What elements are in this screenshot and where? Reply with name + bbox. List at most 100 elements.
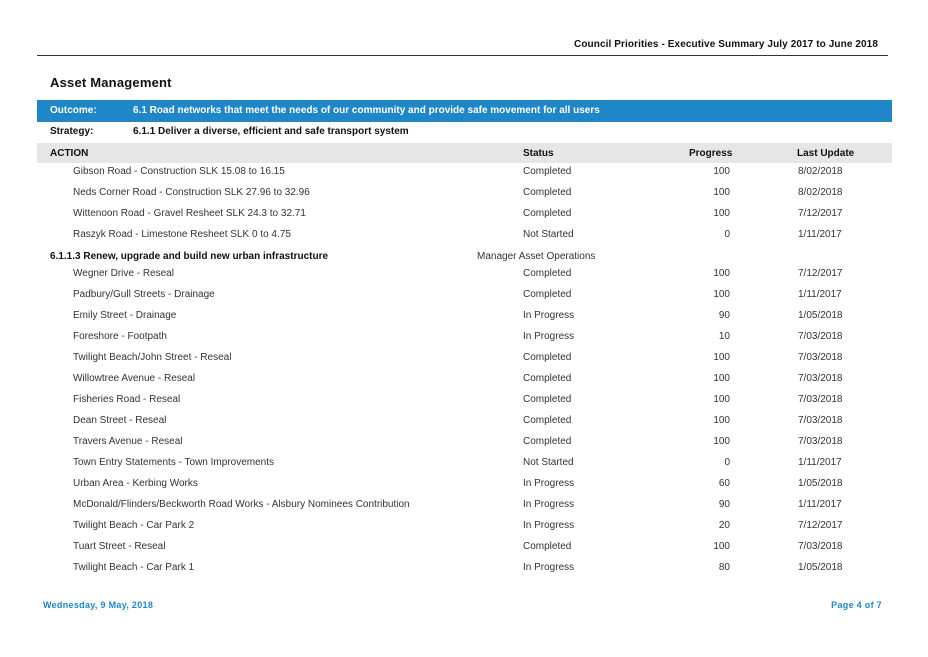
row-last-update: 7/03/2018 [798, 394, 843, 405]
table-row: Twilight Beach/John Street - Reseal Comp… [37, 349, 892, 370]
row-progress: 100 [713, 166, 730, 177]
row-progress: 20 [718, 520, 730, 531]
row-action: McDonald/Flinders/Beckworth Road Works -… [73, 499, 410, 510]
table-row: Twilight Beach - Car Park 1 In Progress … [37, 559, 892, 580]
row-last-update: 8/02/2018 [798, 166, 843, 177]
row-action: Wittenoon Road - Gravel Resheet SLK 24.3… [73, 208, 306, 219]
row-progress: 10 [718, 331, 730, 342]
section-title: Asset Management [50, 75, 172, 90]
table-row: Town Entry Statements - Town Improvement… [37, 454, 892, 475]
row-last-update: 1/11/2017 [798, 229, 842, 240]
row-progress: 100 [713, 436, 730, 447]
row-status: Not Started [523, 229, 574, 240]
row-progress: 100 [713, 352, 730, 363]
row-status: Completed [523, 268, 572, 279]
row-last-update: 7/03/2018 [798, 436, 843, 447]
outcome-bar: Outcome: 6.1 Road networks that meet the… [37, 100, 892, 122]
row-status: In Progress [523, 310, 575, 321]
table-row: Neds Corner Road - Construction SLK 27.9… [37, 184, 892, 205]
row-last-update: 7/12/2017 [798, 520, 843, 531]
row-status: Completed [523, 352, 572, 363]
row-last-update: 7/03/2018 [798, 373, 843, 384]
row-action: Tuart Street - Reseal [73, 541, 166, 552]
row-progress: 100 [713, 415, 730, 426]
row-status: Completed [523, 187, 572, 198]
row-last-update: 7/03/2018 [798, 352, 843, 363]
subgroup-heading: 6.1.1.3 Renew, upgrade and build new urb… [37, 250, 892, 264]
outcome-value: 6.1 Road networks that meet the needs of… [133, 105, 600, 116]
table-row: Wittenoon Road - Gravel Resheet SLK 24.3… [37, 205, 892, 226]
row-status: In Progress [523, 562, 575, 573]
row-progress: 90 [718, 499, 730, 510]
table-row: Fisheries Road - Reseal Completed 100 7/… [37, 391, 892, 412]
outcome-label: Outcome: [50, 105, 97, 116]
subgroup-code: 6.1.1.3 Renew, upgrade and build new urb… [50, 251, 329, 262]
row-action: Urban Area - Kerbing Works [73, 478, 198, 489]
page-header-title: Council Priorities - Executive Summary J… [574, 39, 878, 50]
row-status: In Progress [523, 478, 575, 489]
row-action: Travers Avenue - Reseal [73, 436, 183, 447]
row-last-update: 7/03/2018 [798, 331, 843, 342]
row-last-update: 7/03/2018 [798, 415, 843, 426]
row-status: Completed [523, 436, 572, 447]
strategy-row: Strategy: 6.1.1 Deliver a diverse, effic… [37, 122, 892, 142]
row-action: Dean Street - Reseal [73, 415, 167, 426]
row-action: Wegner Drive - Reseal [73, 268, 174, 279]
row-last-update: 7/12/2017 [798, 268, 843, 279]
row-status: Completed [523, 373, 572, 384]
row-last-update: 1/05/2018 [798, 478, 843, 489]
row-progress: 100 [713, 187, 730, 198]
table-row: Raszyk Road - Limestone Resheet SLK 0 to… [37, 226, 892, 247]
row-progress: 100 [713, 541, 730, 552]
row-action: Raszyk Road - Limestone Resheet SLK 0 to… [73, 229, 291, 240]
column-action: ACTION [50, 148, 89, 159]
row-progress: 0 [724, 457, 730, 468]
table-row: Foreshore - Footpath In Progress 10 7/03… [37, 328, 892, 349]
table-row: Willowtree Avenue - Reseal Completed 100… [37, 370, 892, 391]
row-action: Gibson Road - Construction SLK 15.08 to … [73, 166, 285, 177]
row-last-update: 1/11/2017 [798, 289, 842, 300]
column-progress: Progress [689, 148, 733, 159]
footer-date: Wednesday, 9 May, 2018 [43, 600, 154, 610]
column-last-update: Last Update [797, 148, 855, 159]
row-last-update: 8/02/2018 [798, 187, 843, 198]
table-row: Urban Area - Kerbing Works In Progress 6… [37, 475, 892, 496]
row-action: Willowtree Avenue - Reseal [73, 373, 196, 384]
table-row: Tuart Street - Reseal Completed 100 7/03… [37, 538, 892, 559]
row-action: Neds Corner Road - Construction SLK 27.9… [73, 187, 310, 198]
table-row: Dean Street - Reseal Completed 100 7/03/… [37, 412, 892, 433]
table-row: Emily Street - Drainage In Progress 90 1… [37, 307, 892, 328]
row-progress: 0 [724, 229, 730, 240]
row-action: Twilight Beach - Car Park 2 [73, 520, 195, 531]
row-action: Padbury/Gull Streets - Drainage [73, 289, 215, 300]
row-last-update: 1/11/2017 [798, 457, 842, 468]
row-action: Town Entry Statements - Town Improvement… [73, 457, 275, 468]
row-action: Twilight Beach - Car Park 1 [73, 562, 195, 573]
row-last-update: 1/05/2018 [798, 562, 843, 573]
row-progress: 90 [718, 310, 730, 321]
table-header: ACTION Status Progress Last Update [37, 143, 892, 163]
table-row: Padbury/Gull Streets - Drainage Complete… [37, 286, 892, 307]
row-action: Emily Street - Drainage [73, 310, 177, 321]
row-status: In Progress [523, 331, 575, 342]
row-progress: 100 [713, 268, 730, 279]
row-status: Completed [523, 208, 572, 219]
row-last-update: 1/11/2017 [798, 499, 842, 510]
strategy-value: 6.1.1 Deliver a diverse, efficient and s… [133, 126, 409, 137]
header-divider [37, 55, 888, 56]
row-progress: 100 [713, 394, 730, 405]
subgroup-manager: Manager Asset Operations [477, 251, 596, 262]
row-status: Completed [523, 541, 572, 552]
row-last-update: 7/12/2017 [798, 208, 843, 219]
row-status: In Progress [523, 520, 575, 531]
row-progress: 100 [713, 373, 730, 384]
table-row: Gibson Road - Construction SLK 15.08 to … [37, 163, 892, 184]
row-status: Completed [523, 415, 572, 426]
row-last-update: 1/05/2018 [798, 310, 843, 321]
row-action: Twilight Beach/John Street - Reseal [73, 352, 232, 363]
row-progress: 100 [713, 289, 730, 300]
row-action: Foreshore - Footpath [73, 331, 167, 342]
column-status: Status [523, 148, 554, 159]
table-row: McDonald/Flinders/Beckworth Road Works -… [37, 496, 892, 517]
row-progress: 100 [713, 208, 730, 219]
